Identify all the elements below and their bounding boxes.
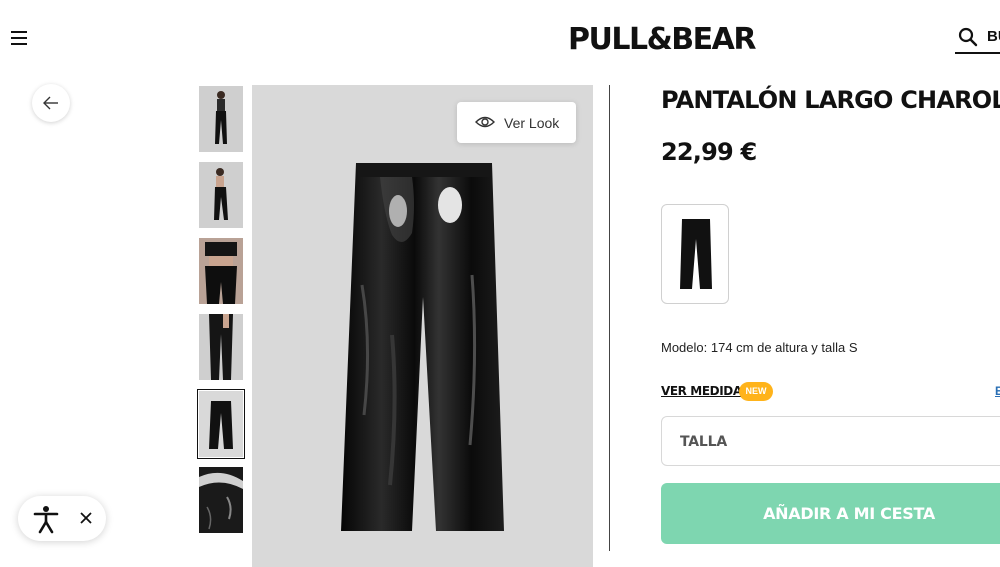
size-row: VER MEDIDAS NEW E <box>661 382 1000 402</box>
thumbnail-3[interactable] <box>199 238 243 304</box>
pants-photo <box>341 163 504 531</box>
arrow-left-icon <box>43 96 58 110</box>
brand-logo[interactable]: PULL&BEAR <box>568 22 756 57</box>
color-swatch-black[interactable] <box>661 204 729 304</box>
new-badge: NEW <box>739 382 773 401</box>
model-photo <box>214 168 228 220</box>
add-to-cart-button[interactable]: AÑADIR A MI CESTA <box>661 483 1000 544</box>
ver-look-label: Ver Look <box>504 115 560 131</box>
product-main-image[interactable] <box>252 85 593 567</box>
add-to-cart-label: AÑADIR A MI CESTA <box>763 504 935 523</box>
thumbnail-5[interactable] <box>197 389 245 459</box>
ver-look-button[interactable]: Ver Look <box>457 102 576 143</box>
thumbnail-4[interactable] <box>199 314 243 380</box>
thumbnail-1[interactable] <box>199 86 243 152</box>
size-guide-link[interactable]: E <box>995 384 1000 398</box>
thumbnail-2[interactable] <box>199 162 243 228</box>
thumbnail-6[interactable] <box>199 467 243 533</box>
eye-icon <box>475 116 495 128</box>
search-icon <box>958 27 978 47</box>
search-button[interactable]: BUSCAR <box>955 24 1000 54</box>
accessibility-widget <box>18 496 106 541</box>
model-photo <box>209 314 233 380</box>
back-button[interactable] <box>32 84 70 122</box>
pants-photo <box>209 401 233 449</box>
menu-button[interactable] <box>9 27 31 49</box>
fabric-detail-photo <box>199 472 243 530</box>
size-placeholder: TALLA <box>680 434 727 450</box>
product-title: PANTALÓN LARGO CHAROL <box>661 86 1000 114</box>
model-info: Modelo: 174 cm de altura y talla S <box>661 340 858 355</box>
model-photo <box>205 242 237 304</box>
model-photo <box>215 91 227 144</box>
ver-medidas-link[interactable]: VER MEDIDAS <box>661 384 750 398</box>
accessibility-button[interactable] <box>30 503 62 535</box>
search-label: BUSCAR <box>987 28 1000 45</box>
size-select[interactable]: TALLA <box>661 416 1000 466</box>
gallery-divider <box>609 85 610 551</box>
header: PULL&BEAR BUSCAR <box>0 0 1000 80</box>
accessibility-close-button[interactable] <box>76 508 96 528</box>
product-price: 22,99 € <box>661 138 757 166</box>
pants-thumbnail <box>680 219 712 289</box>
close-icon <box>80 512 92 524</box>
accessibility-person-icon <box>33 506 59 534</box>
hamburger-menu-icon <box>11 31 27 33</box>
